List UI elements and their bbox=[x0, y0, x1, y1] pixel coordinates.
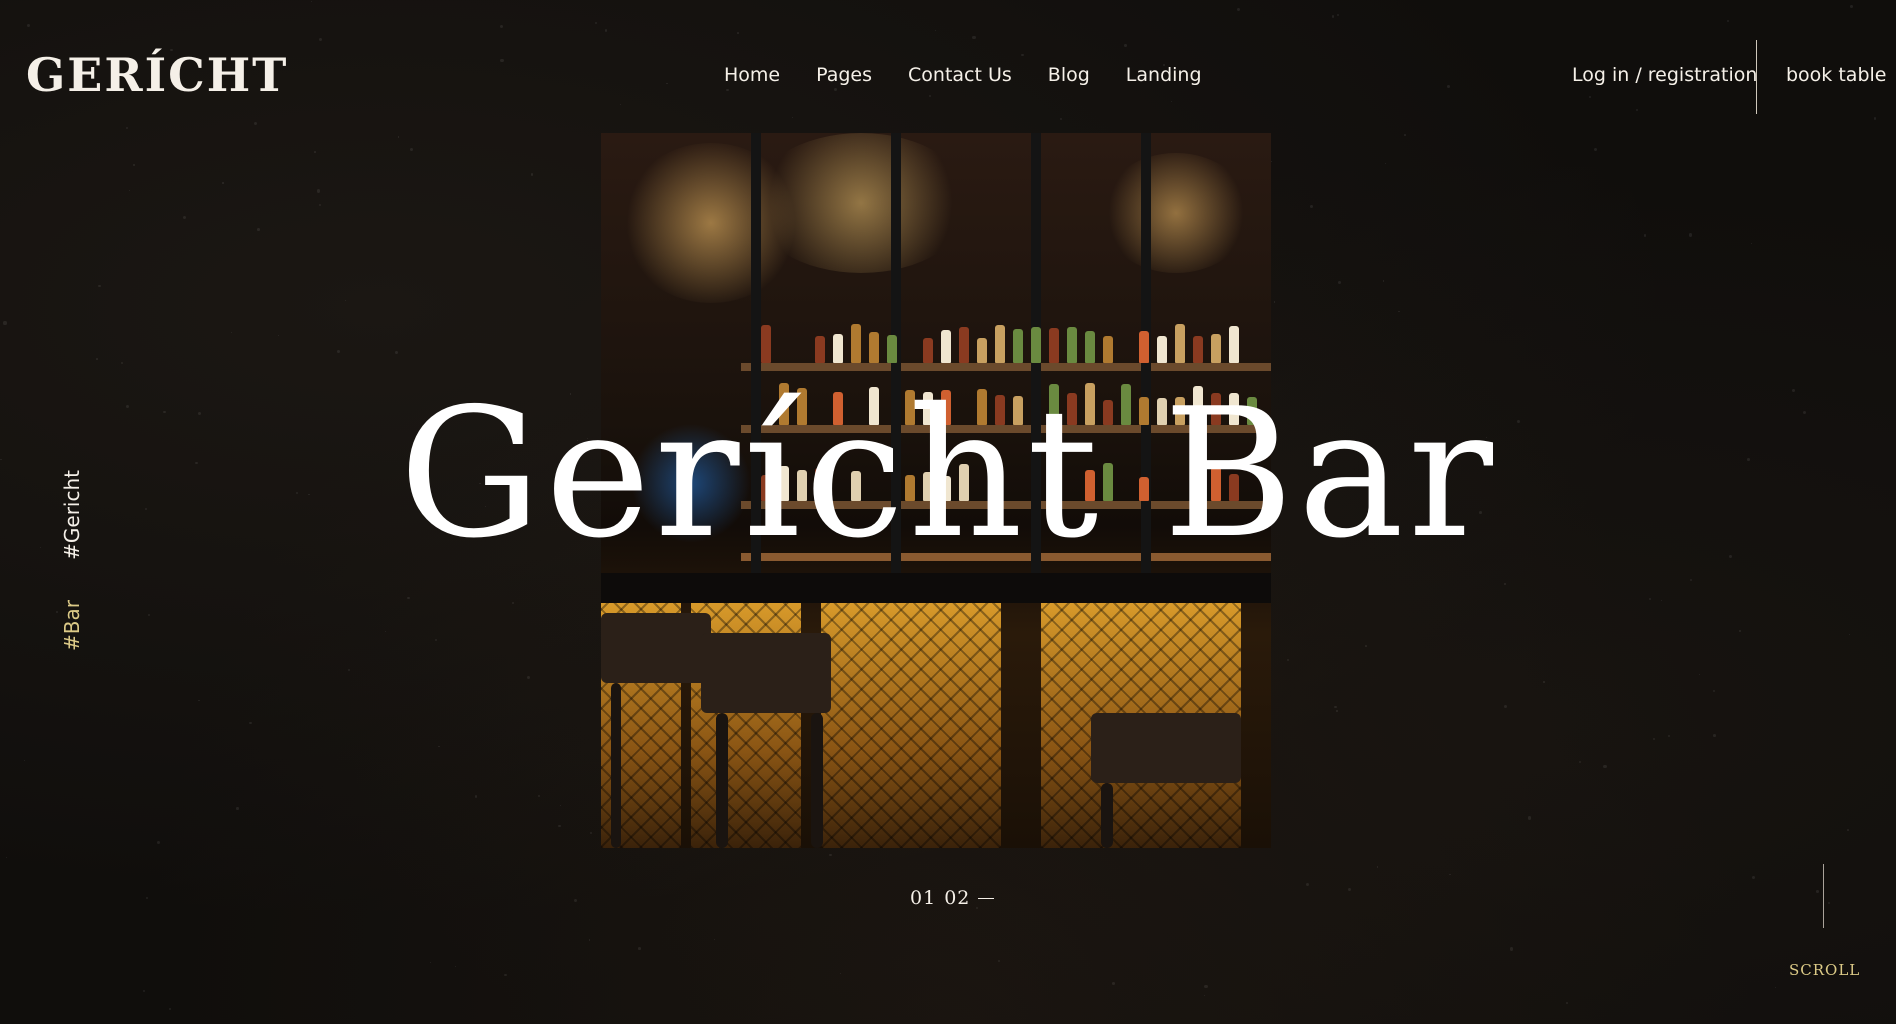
bottle bbox=[815, 335, 825, 363]
texture-speck bbox=[829, 853, 832, 856]
texture-speck bbox=[1750, 242, 1752, 245]
texture-speck bbox=[1021, 53, 1024, 57]
texture-speck bbox=[1543, 681, 1545, 683]
texture-speck bbox=[1203, 994, 1205, 996]
texture-speck bbox=[558, 824, 561, 827]
texture-speck bbox=[257, 227, 260, 231]
bottle bbox=[761, 324, 771, 363]
bottle bbox=[959, 327, 969, 363]
bottle bbox=[1157, 336, 1167, 363]
bottle bbox=[923, 338, 933, 363]
texture-speck bbox=[1347, 887, 1351, 891]
texture-speck bbox=[1712, 733, 1716, 737]
bottle bbox=[1085, 331, 1095, 363]
texture-speck bbox=[737, 32, 739, 35]
texture-speck bbox=[1648, 598, 1651, 601]
main-nav: Home Pages Contact Us Blog Landing bbox=[724, 64, 1202, 86]
texture-speck bbox=[429, 961, 431, 963]
texture-speck bbox=[1236, 7, 1241, 12]
texture-speck bbox=[1509, 947, 1513, 951]
texture-speck bbox=[1603, 764, 1607, 769]
texture-speck bbox=[1309, 205, 1313, 208]
texture-speck bbox=[1566, 1002, 1569, 1004]
bottle bbox=[851, 323, 861, 363]
bottle bbox=[1193, 336, 1203, 363]
bottle bbox=[977, 338, 987, 363]
bottle bbox=[887, 334, 897, 363]
nav-item-blog[interactable]: Blog bbox=[1048, 64, 1090, 86]
texture-speck bbox=[500, 58, 504, 63]
bottle bbox=[1211, 333, 1221, 363]
texture-speck bbox=[236, 807, 239, 810]
slide-current[interactable]: 01 bbox=[910, 887, 936, 909]
texture-speck bbox=[972, 35, 976, 40]
texture-speck bbox=[1447, 85, 1451, 88]
texture-speck bbox=[1527, 816, 1531, 820]
header-divider bbox=[1756, 40, 1757, 114]
texture-speck bbox=[1689, 578, 1692, 581]
texture-speck bbox=[98, 284, 101, 287]
nav-item-pages[interactable]: Pages bbox=[816, 64, 872, 86]
texture-speck bbox=[249, 721, 252, 725]
bottle bbox=[1175, 324, 1185, 363]
bottle bbox=[1049, 328, 1059, 363]
texture-speck bbox=[1815, 890, 1819, 893]
texture-speck bbox=[1204, 984, 1208, 989]
hero-title: Gerícht Bar bbox=[398, 370, 1497, 577]
texture-speck bbox=[133, 164, 135, 166]
bottle bbox=[1031, 326, 1041, 363]
bottle bbox=[995, 325, 1005, 363]
texture-speck bbox=[1111, 982, 1115, 985]
texture-speck bbox=[145, 896, 148, 899]
slide-indicator[interactable]: 01 02 bbox=[910, 887, 995, 909]
texture-speck bbox=[726, 88, 729, 92]
slide-dash bbox=[978, 897, 995, 899]
texture-speck bbox=[1376, 866, 1379, 868]
book-table-link[interactable]: book table bbox=[1786, 64, 1886, 86]
bottle bbox=[1103, 335, 1113, 363]
bottle bbox=[1229, 325, 1239, 363]
texture-speck bbox=[1336, 710, 1338, 712]
texture-speck bbox=[96, 358, 98, 360]
texture-speck bbox=[55, 611, 58, 613]
texture-speck bbox=[253, 121, 257, 125]
scroll-label[interactable]: SCROLL bbox=[1789, 961, 1860, 979]
slide-next[interactable]: 02 bbox=[944, 887, 970, 909]
side-tag-bar[interactable]: #Bar bbox=[60, 600, 84, 651]
texture-speck bbox=[3, 321, 7, 325]
texture-speck bbox=[1124, 43, 1128, 47]
scroll-line bbox=[1823, 864, 1824, 928]
texture-speck bbox=[1688, 233, 1693, 237]
texture-speck bbox=[1667, 734, 1670, 737]
texture-speck bbox=[397, 136, 400, 138]
texture-speck bbox=[1331, 14, 1335, 18]
brand-logo[interactable]: GERÍCHT bbox=[26, 48, 288, 102]
texture-speck bbox=[314, 151, 316, 153]
texture-speck bbox=[1404, 134, 1406, 136]
texture-speck bbox=[1365, 645, 1367, 647]
login-registration-link[interactable]: Log in / registration bbox=[1572, 64, 1757, 86]
bottle bbox=[1067, 326, 1077, 363]
nav-item-contact-us[interactable]: Contact Us bbox=[908, 64, 1012, 86]
bottle bbox=[941, 330, 951, 363]
bottle bbox=[1013, 328, 1023, 363]
texture-speck bbox=[1504, 583, 1506, 585]
texture-speck bbox=[511, 601, 514, 604]
texture-speck bbox=[475, 795, 478, 798]
texture-speck bbox=[1827, 901, 1830, 905]
texture-speck bbox=[1643, 233, 1647, 237]
texture-speck bbox=[1382, 280, 1385, 282]
texture-speck bbox=[1059, 117, 1063, 120]
texture-speck bbox=[318, 38, 322, 42]
bottle bbox=[833, 333, 843, 363]
texture-speck bbox=[1334, 705, 1337, 709]
nav-item-home[interactable]: Home bbox=[724, 64, 780, 86]
bottle bbox=[869, 331, 879, 363]
bottle bbox=[1139, 330, 1149, 363]
texture-speck bbox=[222, 182, 224, 184]
nav-item-landing[interactable]: Landing bbox=[1126, 64, 1202, 86]
texture-speck bbox=[1286, 658, 1289, 661]
texture-speck bbox=[1739, 630, 1741, 632]
texture-speck bbox=[833, 87, 838, 91]
